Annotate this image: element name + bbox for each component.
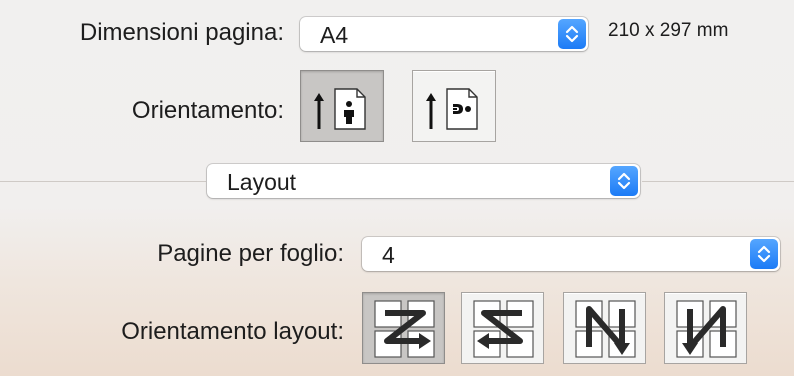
chevron-updown-icon bbox=[610, 166, 638, 196]
pages-per-sheet-label: Pagine per foglio: bbox=[157, 240, 344, 267]
separator-left bbox=[0, 181, 206, 182]
separator-right bbox=[642, 181, 794, 182]
landscape-orientation-icon bbox=[426, 88, 478, 130]
pages-per-sheet-popup[interactable]: 4 bbox=[362, 237, 780, 271]
paper-size-popup[interactable]: A4 bbox=[300, 17, 588, 51]
layout-direction-label: Orientamento layout: bbox=[121, 318, 344, 345]
portrait-orientation-button[interactable] bbox=[300, 70, 384, 142]
portrait-orientation-icon bbox=[314, 88, 366, 130]
orientation-label: Orientamento: bbox=[131, 97, 284, 124]
layout-reverse-n-button[interactable] bbox=[664, 292, 747, 364]
layout-z-button[interactable] bbox=[362, 292, 445, 364]
layout-reverse-z-button[interactable] bbox=[461, 292, 544, 364]
chevron-updown-icon bbox=[750, 239, 778, 269]
pages-per-sheet-value: 4 bbox=[382, 242, 395, 268]
section-selector-popup[interactable]: Layout bbox=[207, 164, 640, 198]
chevron-updown-icon bbox=[558, 19, 586, 49]
landscape-orientation-button[interactable] bbox=[412, 70, 496, 142]
reverse-z-layout-icon bbox=[473, 300, 534, 358]
z-layout-icon bbox=[374, 300, 435, 358]
reverse-n-layout-icon bbox=[676, 300, 737, 358]
n-layout-icon bbox=[575, 300, 636, 358]
layout-n-button[interactable] bbox=[563, 292, 646, 364]
section-selector-value: Layout bbox=[227, 169, 297, 195]
paper-size-value: A4 bbox=[320, 22, 349, 48]
paper-dimensions-text: 210 x 297 mm bbox=[608, 20, 729, 41]
paper-size-label: Dimensioni pagina: bbox=[79, 19, 284, 46]
